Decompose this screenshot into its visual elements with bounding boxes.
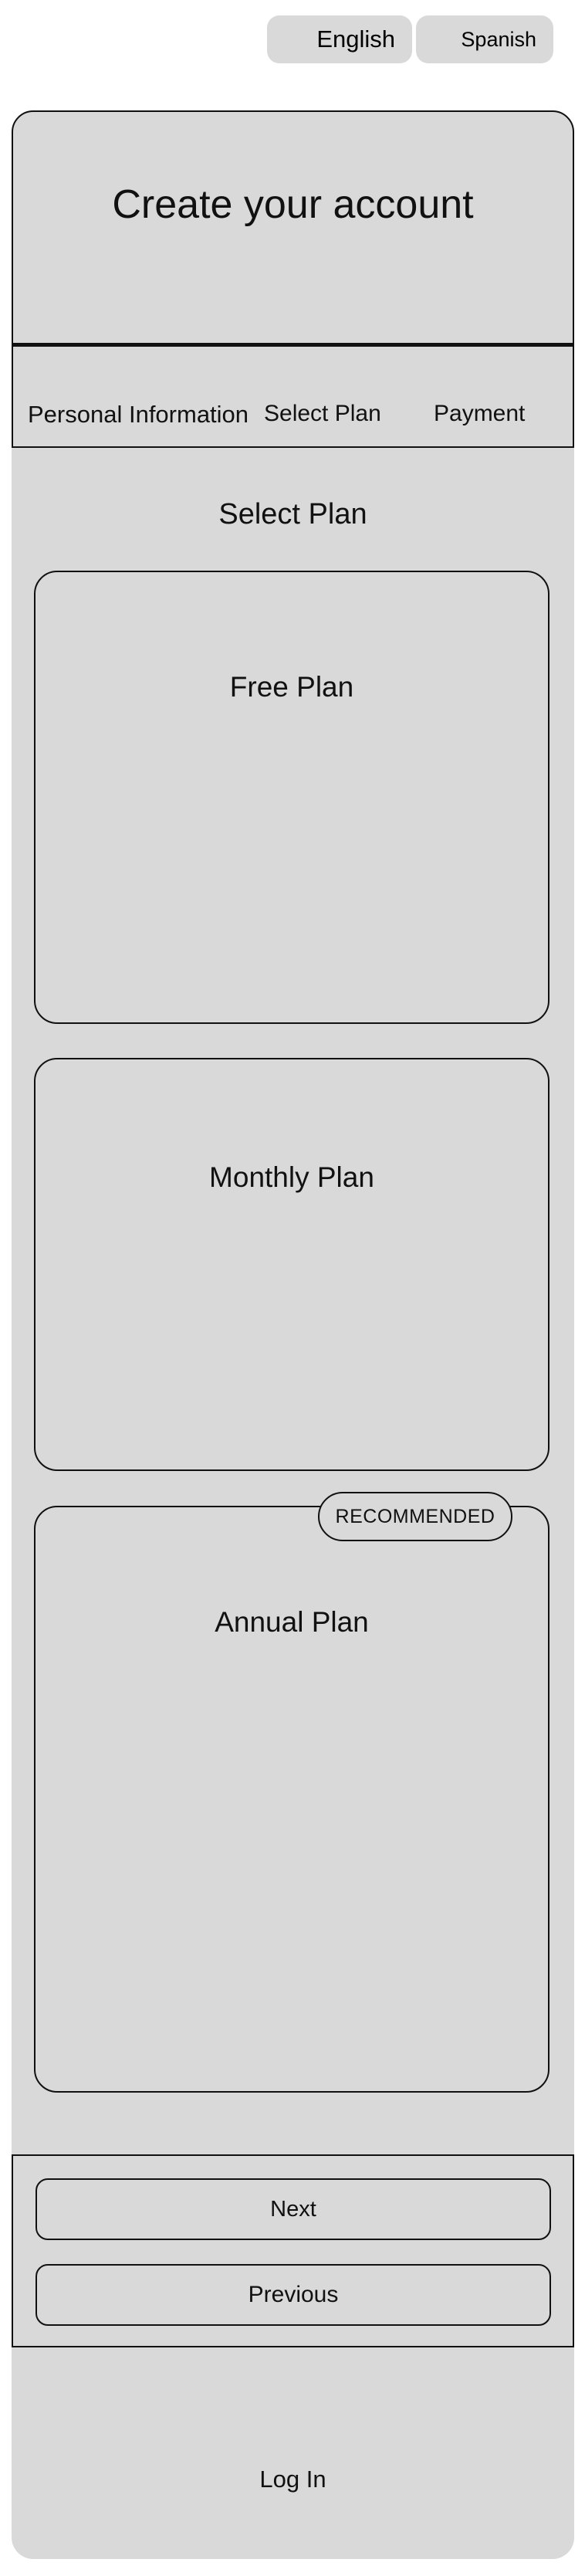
actions-panel: Next Previous <box>12 2154 574 2347</box>
previous-button[interactable]: Previous <box>36 2264 551 2326</box>
plan-name: Monthly Plan <box>209 1161 374 1193</box>
card-header: Create your account <box>12 110 574 344</box>
language-spanish-button[interactable]: Spanish <box>416 15 553 63</box>
plan-card-annual[interactable]: Annual Plan <box>34 1506 549 2093</box>
plan-card-free[interactable]: Free Plan <box>34 571 549 1024</box>
language-spanish-label: Spanish <box>461 27 536 51</box>
login-link[interactable]: Log In <box>12 2466 574 2493</box>
plan-name: Annual Plan <box>215 1606 369 1638</box>
section-title: Select Plan <box>218 498 367 530</box>
signup-page: English Spanish Create your account Pers… <box>0 0 585 2576</box>
language-english-label: English <box>316 25 395 53</box>
step-indicator: Personal Information Select Plan Payment <box>12 344 574 448</box>
step-select-plan[interactable]: Select Plan <box>264 401 381 427</box>
next-button[interactable]: Next <box>36 2178 551 2240</box>
recommended-badge: RECOMMENDED <box>318 1492 512 1541</box>
plan-name: Free Plan <box>229 671 354 703</box>
plan-card-monthly[interactable]: Monthly Plan <box>34 1058 549 1471</box>
step-personal-information[interactable]: Personal Information <box>28 401 249 429</box>
page-title: Create your account <box>112 182 474 227</box>
step-payment[interactable]: Payment <box>434 401 525 427</box>
language-english-button[interactable]: English <box>267 15 412 63</box>
